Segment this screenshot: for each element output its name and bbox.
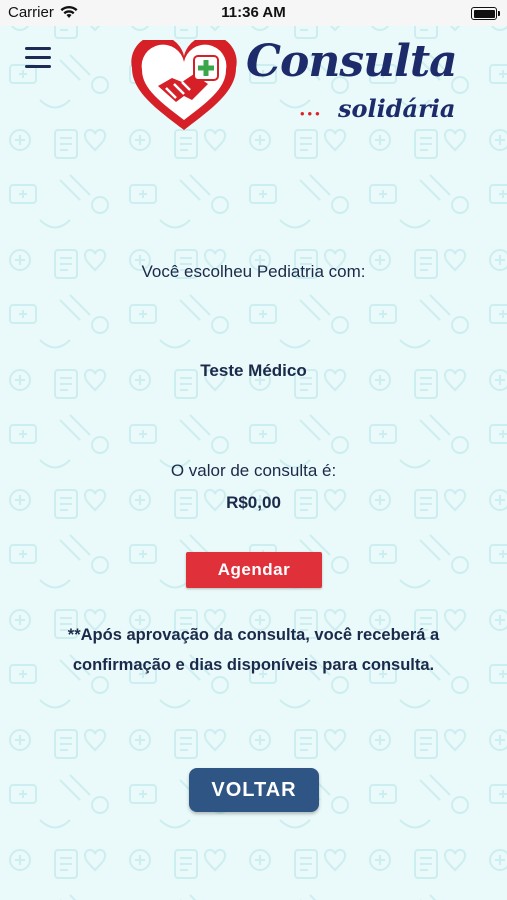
logo-subtitle: solidária [338,94,456,123]
menu-line [25,65,51,68]
logo-title: Consulta [246,36,458,87]
back-button[interactable]: VOLTAR [189,768,319,812]
price-value: R$0,00 [226,493,281,512]
heart-handshake-logo-icon [131,40,237,130]
specialty-intro-text: Você escolheu Pediatria com: [141,262,366,281]
menu-line [25,47,51,50]
battery-icon [471,7,500,20]
status-bar: Carrier 11:36 AM [0,0,507,26]
approval-note: **Após aprovação da consulta, você receb… [67,626,440,674]
doctor-name: Teste Médico [200,361,307,380]
menu-line [25,56,51,59]
background-pattern [0,0,507,900]
schedule-button[interactable]: Agendar [186,552,322,588]
hamburger-menu-button[interactable] [25,47,51,69]
price-label: O valor de consulta é: [170,461,337,480]
logo-dots: ••• [300,106,323,121]
status-time: 11:36 AM [221,4,286,21]
